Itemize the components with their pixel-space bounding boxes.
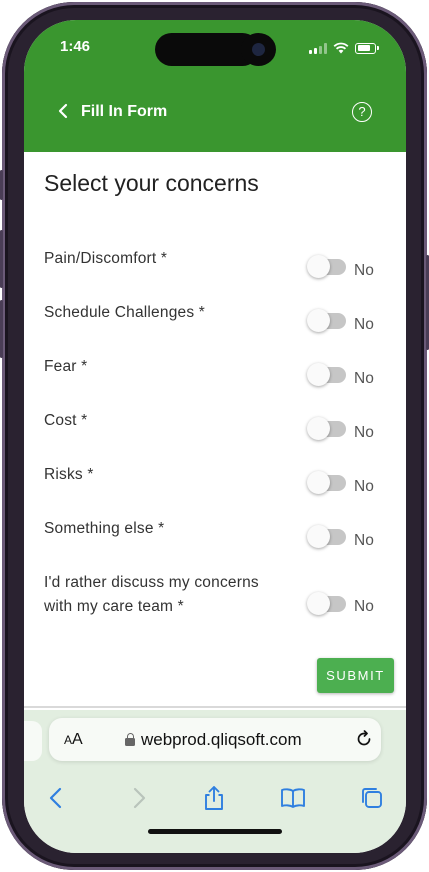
bookmarks-icon[interactable] (280, 785, 306, 811)
concern-label: Fear * (44, 358, 88, 375)
toggle-state: No (354, 598, 374, 615)
reload-icon[interactable] (355, 730, 373, 748)
toggle-state: No (354, 424, 374, 441)
concern-label: I'd rather discuss my concerns with my c… (44, 571, 259, 619)
cellular-signal-icon (309, 42, 327, 54)
toggle-state: No (354, 478, 374, 495)
chevron-left-icon (58, 103, 68, 119)
toggle-knob (307, 363, 330, 386)
toggle-state: No (354, 316, 374, 333)
form-title: Select your concerns (44, 170, 259, 196)
address-bar[interactable]: AA webprod.qliqsoft.com (49, 718, 381, 761)
phone-screen: 1:46 Fill In Form ? Select your concerns… (24, 20, 406, 853)
something-else-toggle[interactable] (307, 525, 346, 548)
forward-arrow-icon[interactable] (125, 785, 151, 811)
browser-toolbar: AA webprod.qliqsoft.com (24, 710, 406, 853)
volume-down-button (0, 300, 3, 358)
toggle-knob (307, 525, 330, 548)
lock-icon (125, 733, 135, 746)
status-icons (309, 42, 379, 54)
volume-up-button (0, 230, 3, 288)
toggle-state: No (354, 532, 374, 549)
toggle-knob (307, 592, 330, 615)
concern-label: Risks * (44, 466, 94, 483)
url-text[interactable]: webprod.qliqsoft.com (141, 730, 302, 750)
submit-button[interactable]: SUBMIT (317, 658, 394, 693)
toggle-state: No (354, 370, 374, 387)
camera-icon (241, 33, 276, 66)
toggle-knob (307, 417, 330, 440)
pain-toggle[interactable] (307, 255, 346, 278)
concern-label: Something else * (44, 520, 165, 537)
back-arrow-icon[interactable] (44, 785, 70, 811)
risks-toggle[interactable] (307, 471, 346, 494)
share-icon[interactable] (201, 785, 227, 811)
tabs-icon[interactable] (359, 785, 385, 811)
concern-label: Pain/Discomfort * (44, 250, 168, 267)
fear-toggle[interactable] (307, 363, 346, 386)
discuss-toggle[interactable] (307, 592, 346, 615)
battery-icon (355, 42, 379, 54)
back-button[interactable] (58, 102, 72, 120)
previous-tab-peek[interactable] (24, 721, 42, 761)
concern-label: Cost * (44, 412, 88, 429)
schedule-toggle[interactable] (307, 309, 346, 332)
concern-label: Schedule Challenges * (44, 304, 206, 321)
toggle-state: No (354, 262, 374, 279)
content-divider (24, 706, 406, 708)
text-size-small: A (64, 733, 73, 747)
text-size-big: A (72, 731, 83, 748)
home-indicator[interactable] (148, 829, 282, 834)
app-header: 1:46 Fill In Form ? (24, 20, 406, 152)
toggle-knob (307, 309, 330, 332)
wifi-icon (333, 42, 349, 54)
text-size-button[interactable]: AA (64, 731, 83, 749)
concern-label-line2: with my care team * (44, 598, 184, 615)
question-circle-icon: ? (358, 104, 366, 119)
cost-toggle[interactable] (307, 417, 346, 440)
page-header-title: Fill In Form (81, 103, 168, 120)
help-button[interactable]: ? (352, 102, 372, 122)
concern-label-line1: I'd rather discuss my concerns (44, 574, 259, 591)
status-time: 1:46 (60, 38, 91, 55)
toggle-knob (307, 471, 330, 494)
toggle-knob (307, 255, 330, 278)
action-button (0, 170, 3, 200)
